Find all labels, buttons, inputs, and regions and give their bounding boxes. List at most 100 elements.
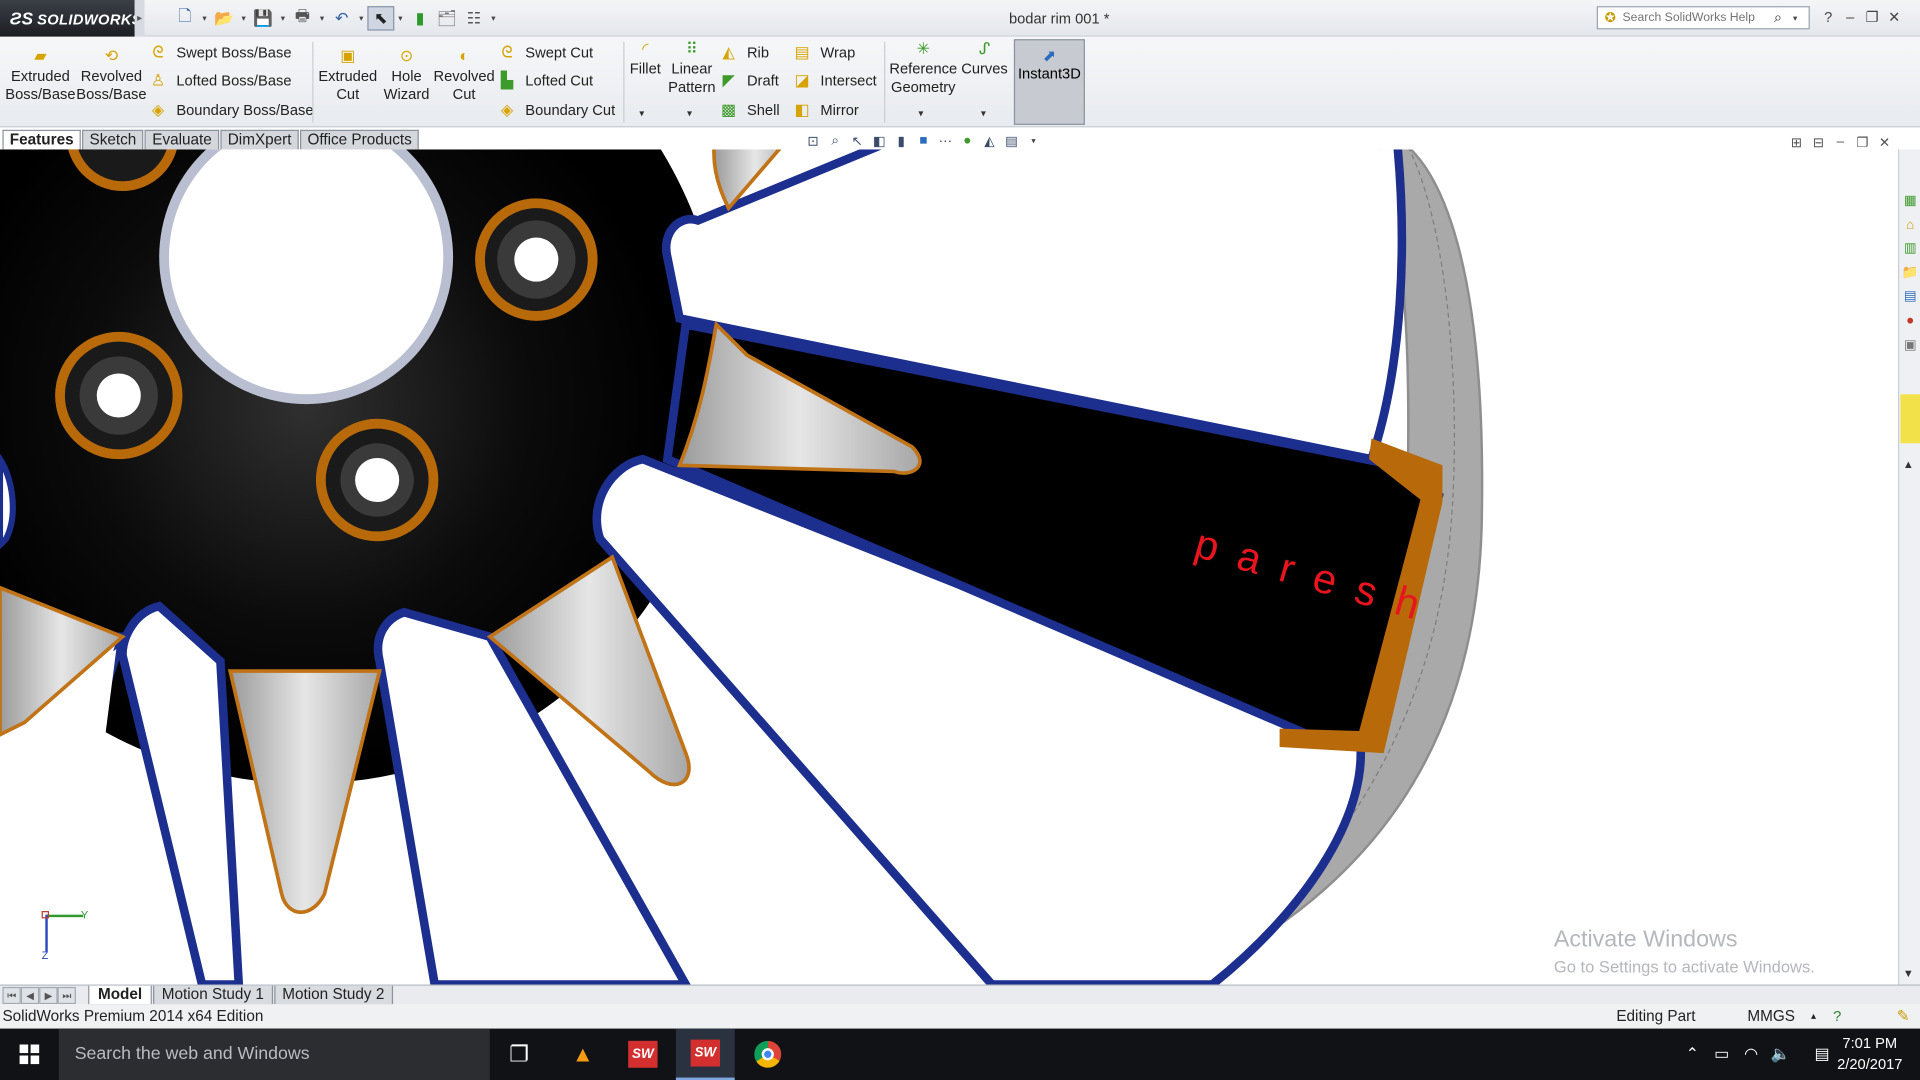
view-orientation-icon[interactable]: ▮	[890, 133, 912, 149]
fillet-button[interactable]: ◜ Fillet	[626, 40, 665, 78]
zoom-area-icon[interactable]: ⌕	[824, 133, 846, 149]
open-folder-icon[interactable]: 📂	[211, 6, 238, 30]
battery-icon[interactable]: ▭	[1707, 1044, 1736, 1064]
prev-tab-icon[interactable]: ◀	[20, 986, 40, 1005]
viewport-restore-icon[interactable]: ❐	[1851, 135, 1873, 155]
new-dropdown-icon[interactable]: ▾	[198, 13, 210, 24]
appearances-icon[interactable]: ●	[1900, 311, 1920, 331]
scroll-up-icon[interactable]: ▲	[1903, 458, 1914, 470]
help-search-input[interactable]	[1622, 11, 1767, 25]
boundary-cut-button[interactable]: ◈ Boundary Cut	[496, 99, 615, 121]
curves-button[interactable]: ᔑ Curves	[960, 40, 1009, 78]
save-dropdown-icon[interactable]: ▾	[277, 13, 289, 24]
view-settings-icon[interactable]: ▤	[1000, 133, 1022, 149]
new-document-icon[interactable]: 🗋	[171, 6, 198, 30]
vlc-icon[interactable]: ▲	[553, 1029, 612, 1080]
reference-geometry-dropdown-icon[interactable]: ▾	[918, 108, 923, 119]
section-view-icon[interactable]: ◧	[868, 133, 890, 149]
search-dropdown-icon[interactable]: ▾	[1789, 13, 1801, 23]
lofted-boss-button[interactable]: ♙ Lofted Boss/Base	[147, 70, 292, 92]
swept-cut-button[interactable]: ᘓ Swept Cut	[496, 42, 593, 64]
hide-show-items-icon[interactable]: ⋯	[934, 133, 956, 149]
tab-office-products[interactable]: Office Products	[300, 129, 420, 150]
edit-appearance-icon[interactable]: ●	[956, 133, 978, 148]
restore-icon[interactable]: ❐	[1861, 9, 1883, 26]
extruded-boss-button[interactable]: ▰ Extruded Boss/Base	[5, 47, 76, 104]
file-explorer-icon[interactable]: 📁	[1900, 263, 1920, 283]
tray-expand-icon[interactable]: ⌃	[1678, 1044, 1707, 1064]
apply-scene-icon[interactable]: ◭	[978, 133, 1000, 149]
home-icon[interactable]: ⌂	[1900, 216, 1920, 236]
draft-button[interactable]: ◤ Draft	[718, 70, 778, 92]
solidworks-logo[interactable]: ƧS SOLIDWORKS	[0, 0, 142, 37]
menu-expand-arrow[interactable]: ▸	[134, 0, 145, 37]
revolved-cut-button[interactable]: ◐ Revolved Cut	[433, 47, 494, 104]
custom-properties-icon[interactable]: ▣	[1900, 336, 1920, 356]
lofted-cut-button[interactable]: ▙ Lofted Cut	[496, 70, 593, 92]
task-pane-highlight[interactable]	[1900, 394, 1920, 444]
options-icon[interactable]: ☷	[460, 6, 487, 30]
design-library-icon[interactable]: ▥	[1900, 239, 1920, 259]
intersect-button[interactable]: ◪ Intersect	[791, 70, 877, 92]
taskbar-search[interactable]: Search the web and Windows	[58, 1028, 490, 1080]
view-palette-icon[interactable]: ▤	[1900, 287, 1920, 307]
open-dropdown-icon[interactable]: ▾	[238, 13, 250, 24]
units-dropdown-icon[interactable]: ▴	[1811, 1004, 1816, 1028]
extruded-cut-button[interactable]: ▣ Extruded Cut	[316, 47, 380, 104]
pattern-dropdown-icon[interactable]: ▾	[687, 108, 692, 119]
boundary-boss-button[interactable]: ◈ Boundary Boss/Base	[147, 99, 314, 121]
help-question-icon[interactable]: ?	[1817, 9, 1839, 26]
task-view-icon[interactable]: ❐	[490, 1029, 549, 1080]
previous-view-icon[interactable]: ↖	[846, 133, 868, 149]
chrome-icon[interactable]	[738, 1029, 797, 1080]
save-icon[interactable]: 💾	[250, 6, 277, 30]
viewport-split-icon[interactable]: ⊟	[1807, 135, 1829, 155]
volume-icon[interactable]: 🔈	[1766, 1044, 1795, 1064]
unit-system-selector[interactable]: MMGS	[1747, 1004, 1795, 1028]
instant3d-toggle[interactable]: ⬈ Instant3D	[1013, 39, 1085, 125]
curves-dropdown-icon[interactable]: ▾	[981, 108, 986, 119]
viewport-tile-icon[interactable]: ⊞	[1785, 135, 1807, 155]
select-dropdown-icon[interactable]: ▾	[394, 13, 406, 24]
first-tab-icon[interactable]: ⏮	[2, 986, 21, 1005]
wrap-button[interactable]: ▤ Wrap	[791, 42, 856, 64]
viewport-close-icon[interactable]: ✕	[1873, 135, 1895, 155]
solidworks-active-taskbar-icon[interactable]: SW	[675, 1028, 735, 1080]
search-icon[interactable]: ⌕	[1767, 9, 1789, 27]
solidworks-taskbar-icon[interactable]: SW	[613, 1029, 672, 1080]
linear-pattern-button[interactable]: ⠿ Linear Pattern	[665, 40, 719, 96]
minimize-icon[interactable]: –	[1839, 9, 1861, 26]
tab-model[interactable]: Model	[88, 985, 152, 1006]
display-style-icon[interactable]: ■	[912, 133, 934, 148]
tab-sketch[interactable]: Sketch	[82, 129, 144, 150]
undo-icon[interactable]: ↶	[328, 6, 355, 30]
tab-motion-study-2[interactable]: Motion Study 2	[273, 985, 393, 1006]
next-tab-icon[interactable]: ▶	[39, 986, 58, 1005]
start-button[interactable]	[0, 1029, 59, 1080]
print-dropdown-icon[interactable]: ▾	[316, 13, 328, 24]
shell-button[interactable]: ▩ Shell	[718, 99, 780, 121]
scroll-down-icon[interactable]: ▼	[1903, 967, 1914, 979]
options-dropdown-icon[interactable]: ▾	[487, 13, 499, 24]
reference-geometry-button[interactable]: ✳ Reference Geometry	[887, 40, 960, 96]
fillet-dropdown-icon[interactable]: ▾	[639, 108, 644, 119]
swept-boss-button[interactable]: ᘓ Swept Boss/Base	[147, 42, 291, 64]
last-tab-icon[interactable]: ⏭	[57, 986, 76, 1005]
viewport-minimize-icon[interactable]: –	[1829, 135, 1851, 155]
tab-features[interactable]: Features	[2, 129, 81, 150]
file-properties-icon[interactable]: 🗂	[433, 6, 460, 30]
taskbar-clock[interactable]: 7:01 PM 2/20/2017	[1820, 1033, 1920, 1075]
hole-wizard-button[interactable]: ⊙ Hole Wizard	[380, 47, 434, 104]
revolved-boss-button[interactable]: ⟲ Revolved Boss/Base	[76, 47, 147, 104]
zoom-to-fit-icon[interactable]: ⊡	[802, 133, 824, 149]
quick-tips-icon[interactable]: ?	[1833, 1004, 1841, 1028]
mirror-button[interactable]: ◧ Mirror	[791, 99, 859, 121]
print-icon[interactable]: 🖶	[289, 6, 316, 30]
rebuild-traffic-light-icon[interactable]: ▮	[407, 6, 434, 30]
tab-motion-study-1[interactable]: Motion Study 1	[153, 985, 273, 1006]
select-cursor-icon[interactable]: ⬉	[367, 6, 395, 31]
graphics-area[interactable]: paresh Y Z Activate Windows Go to Settin…	[0, 149, 1898, 985]
wifi-icon[interactable]: ◠	[1736, 1044, 1765, 1064]
tab-evaluate[interactable]: Evaluate	[144, 129, 220, 150]
view-settings-dropdown-icon[interactable]: ▾	[1022, 136, 1044, 146]
